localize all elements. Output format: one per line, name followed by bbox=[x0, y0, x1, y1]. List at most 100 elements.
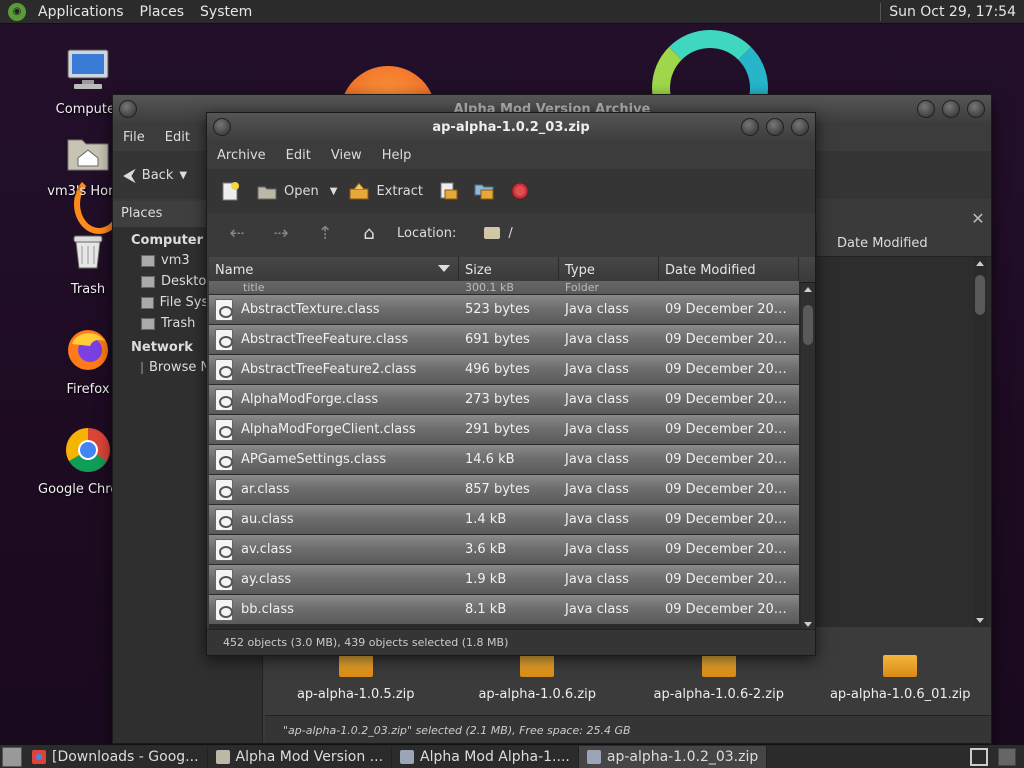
java-class-file-icon bbox=[215, 388, 233, 411]
menu-places[interactable]: Places bbox=[132, 0, 193, 24]
maximize-button[interactable] bbox=[942, 100, 960, 118]
vertical-scrollbar[interactable] bbox=[973, 257, 987, 627]
add-files-button[interactable] bbox=[430, 181, 466, 201]
column-header-date-modified[interactable]: Date Modified bbox=[817, 231, 991, 257]
close-button[interactable] bbox=[791, 118, 809, 136]
file-item[interactable]: ap-alpha-1.0.6.zip bbox=[447, 655, 627, 702]
file-name: ay.class bbox=[241, 572, 292, 587]
window-menu-button[interactable] bbox=[119, 100, 137, 118]
cell-name: ay.class bbox=[209, 568, 459, 591]
java-class-file-icon bbox=[215, 358, 233, 381]
column-header-size[interactable]: Size bbox=[459, 257, 559, 282]
table-row[interactable]: ar.class 857 bytes Java class 09 December 2… bbox=[209, 475, 799, 505]
menu-archive[interactable]: Archive bbox=[207, 148, 276, 163]
table-row[interactable]: bb.class 8.1 kB Java class 09 December 2019… bbox=[209, 595, 799, 625]
forward-arrow-icon[interactable]: ⇢ bbox=[259, 223, 303, 244]
file-item[interactable]: ap-alpha-1.0.5.zip bbox=[266, 655, 446, 702]
java-class-file-icon bbox=[215, 298, 233, 321]
scroll-up-icon[interactable] bbox=[804, 287, 812, 292]
minimize-button[interactable] bbox=[917, 100, 935, 118]
open-dropdown-button[interactable]: ▼ bbox=[326, 186, 342, 197]
window-menu-button[interactable] bbox=[213, 118, 231, 136]
show-desktop-icon[interactable] bbox=[2, 746, 22, 767]
workspace-1-icon[interactable] bbox=[970, 747, 988, 766]
file-name: au.class bbox=[241, 512, 294, 527]
scroll-down-icon[interactable] bbox=[976, 618, 984, 623]
taskbar-item-label: Alpha Mod Alpha-1.... bbox=[420, 748, 570, 765]
cell-size: 291 bytes bbox=[465, 422, 530, 437]
scrollbar-thumb[interactable] bbox=[803, 305, 813, 345]
table-row[interactable]: AlphaModForgeClient.class 291 bytes Java c… bbox=[209, 415, 799, 445]
cell-size: 273 bytes bbox=[465, 392, 530, 407]
table-row[interactable]: ay.class 1.9 kB Java class 09 December 2019… bbox=[209, 565, 799, 595]
top-panel: ◉ Applications Places System Sun Oct 29,… bbox=[0, 0, 1024, 24]
taskbar-item-alpha-mod-alpha[interactable]: Alpha Mod Alpha-1.... bbox=[392, 745, 579, 768]
table-row[interactable]: APGameSettings.class 14.6 kB Java class 09 … bbox=[209, 445, 799, 475]
java-class-file-icon bbox=[215, 418, 233, 441]
table-row[interactable]: au.class 1.4 kB Java class 09 December 2019… bbox=[209, 505, 799, 535]
file-name: ap-alpha-1.0.5.zip bbox=[296, 687, 415, 702]
scroll-up-icon[interactable] bbox=[976, 261, 984, 266]
table-row[interactable]: AbstractTreeFeature2.class 496 bytes Java … bbox=[209, 355, 799, 385]
add-folder-button[interactable] bbox=[466, 181, 502, 201]
home-icon[interactable]: ⌂ bbox=[347, 223, 391, 244]
menu-help[interactable]: Help bbox=[372, 148, 422, 163]
clock[interactable]: Sun Oct 29, 17:54 bbox=[881, 0, 1024, 24]
archive-icon bbox=[400, 749, 415, 764]
cell-name: ar.class bbox=[209, 478, 459, 501]
cell-type: Java class bbox=[565, 362, 629, 377]
table-row[interactable]: AlphaModForge.class 273 bytes Java class 09… bbox=[209, 385, 799, 415]
cell-name: title bbox=[243, 281, 265, 294]
back-button[interactable]: ⮜ Back ▼ bbox=[113, 165, 197, 186]
taskbar-item-alpha-mod-archive[interactable]: Alpha Mod Version ... bbox=[208, 745, 393, 768]
table-row[interactable]: av.class 3.6 kB Java class 09 December 2019… bbox=[209, 535, 799, 565]
chevron-down-icon[interactable]: ▼ bbox=[179, 170, 187, 181]
cell-type: Java class bbox=[565, 392, 629, 407]
taskbar-item-ap-alpha-zip[interactable]: ap-alpha-1.0.2_03.zip bbox=[578, 745, 768, 768]
menu-system[interactable]: System bbox=[192, 0, 260, 24]
desktop-folder-icon bbox=[141, 275, 155, 288]
java-class-file-icon bbox=[215, 568, 233, 591]
file-item[interactable]: ap-alpha-1.0.6-2.zip bbox=[629, 655, 809, 702]
close-icon[interactable]: ✕ bbox=[965, 205, 991, 231]
extract-button[interactable]: Extract bbox=[341, 181, 430, 201]
table-row[interactable]: title 300.1 kB Folder bbox=[209, 281, 799, 295]
menu-file[interactable]: File bbox=[113, 130, 155, 145]
column-header-type[interactable]: Type bbox=[559, 257, 659, 282]
location-path[interactable]: / bbox=[484, 226, 513, 241]
menu-edit[interactable]: Edit bbox=[155, 130, 200, 145]
column-label: Name bbox=[215, 263, 254, 278]
file-item[interactable]: ap-alpha-1.0.6_01.zip bbox=[810, 655, 990, 702]
minimize-button[interactable] bbox=[741, 118, 759, 136]
cell-type: Java class bbox=[565, 332, 629, 347]
mate-logo-icon[interactable]: ◉ bbox=[8, 2, 26, 21]
menu-applications[interactable]: Applications bbox=[30, 0, 132, 24]
file-name: AlphaModForge.class bbox=[241, 392, 379, 407]
menu-edit[interactable]: Edit bbox=[276, 148, 321, 163]
maximize-button[interactable] bbox=[766, 118, 784, 136]
cell-date: 09 December 2019,... bbox=[665, 302, 799, 317]
scrollbar-thumb[interactable] bbox=[975, 275, 985, 315]
workspace-2-icon[interactable] bbox=[998, 747, 1016, 766]
archive-manager-titlebar[interactable]: ap-alpha-1.0.2_03.zip bbox=[207, 113, 815, 141]
java-class-file-icon bbox=[215, 598, 233, 621]
table-row[interactable]: AbstractTexture.class 523 bytes Java class… bbox=[209, 295, 799, 325]
scroll-down-icon[interactable] bbox=[804, 622, 812, 627]
table-row[interactable]: AbstractTreeFeature.class 691 bytes Java c… bbox=[209, 325, 799, 355]
vertical-scrollbar[interactable] bbox=[801, 283, 815, 631]
stop-button[interactable] bbox=[502, 181, 538, 201]
menu-view[interactable]: View bbox=[321, 148, 372, 163]
taskbar-item-downloads[interactable]: [Downloads - Goog... bbox=[24, 745, 208, 768]
cell-size: 496 bytes bbox=[465, 362, 530, 377]
cell-type: Java class bbox=[565, 602, 629, 617]
new-archive-button[interactable] bbox=[213, 181, 249, 201]
open-button[interactable]: Open bbox=[249, 181, 326, 201]
up-arrow-icon[interactable]: ⇡ bbox=[303, 223, 347, 244]
add-folder-icon bbox=[474, 184, 494, 200]
column-header-name[interactable]: Name bbox=[209, 257, 459, 282]
back-arrow-icon[interactable]: ⇠ bbox=[215, 223, 259, 244]
cell-name: au.class bbox=[209, 508, 459, 531]
cell-name: AbstractTexture.class bbox=[209, 298, 459, 321]
close-button[interactable] bbox=[967, 100, 985, 118]
column-header-date-modified[interactable]: Date Modified bbox=[659, 257, 799, 282]
